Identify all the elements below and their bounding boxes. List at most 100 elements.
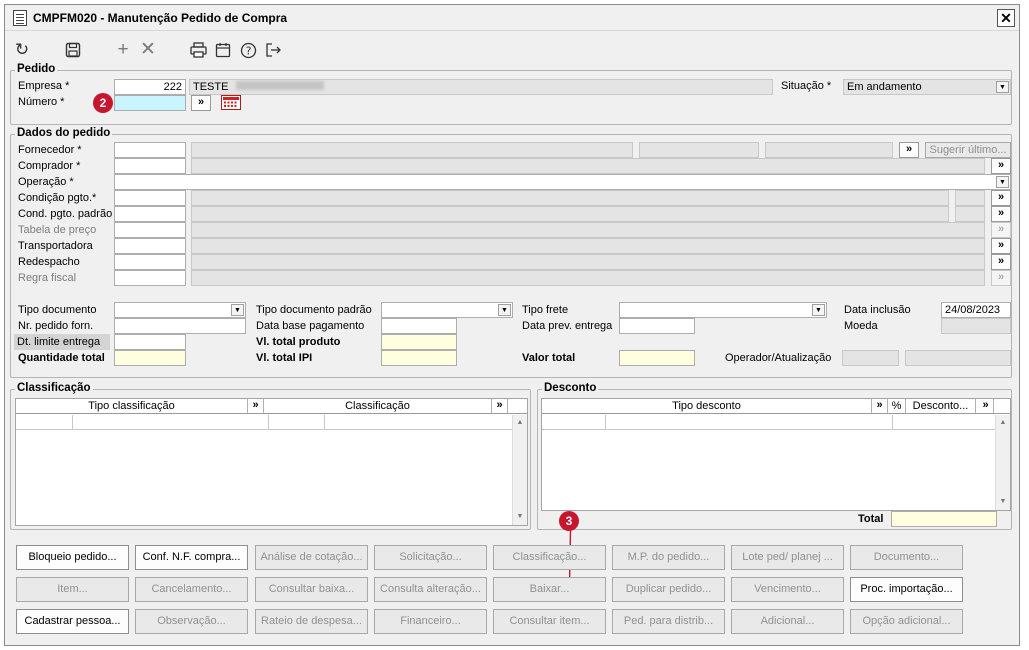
- condicao-name-field: [191, 190, 949, 206]
- rateio-de-despesa-button[interactable]: Rateio de despesa...: [255, 609, 368, 634]
- tipo-documento-select[interactable]: ▼: [114, 302, 246, 318]
- nr-pedido-forn-input[interactable]: [114, 318, 246, 334]
- table-row[interactable]: [542, 415, 996, 430]
- cancelamento-button[interactable]: Cancelamento...: [135, 577, 248, 602]
- numero-search-button[interactable]: »: [191, 95, 211, 111]
- help-icon[interactable]: ?: [237, 39, 259, 61]
- delete-icon[interactable]: ✕: [137, 39, 159, 61]
- duplicar-pedido-button[interactable]: Duplicar pedido...: [612, 577, 725, 602]
- documento-button[interactable]: Documento...: [850, 545, 963, 570]
- col-tipo-desconto[interactable]: Tipo desconto: [542, 399, 872, 413]
- dt-limite-entrega-input[interactable]: [114, 334, 186, 350]
- situacao-value: Em andamento: [847, 81, 922, 93]
- classificacao-grid[interactable]: Tipo classificação » Classificação » ▲ ▼: [15, 398, 528, 526]
- scroll-up-icon[interactable]: ▲: [997, 417, 1009, 429]
- scroll-up-icon[interactable]: ▲: [514, 417, 526, 429]
- valor-total-label: Valor total: [522, 352, 576, 364]
- consultar-baixa-button[interactable]: Consultar baixa...: [255, 577, 368, 602]
- classificacao-button[interactable]: Classificação...: [493, 545, 606, 570]
- expand-tipo-classificacao-button[interactable]: »: [248, 399, 264, 413]
- condicao-search-button[interactable]: »: [991, 190, 1011, 206]
- baixar-button[interactable]: Baixar...: [493, 577, 606, 602]
- calendar-icon[interactable]: [221, 95, 241, 110]
- analise-de-cotacao-button[interactable]: Análise de cotação...: [255, 545, 368, 570]
- moeda-field: [941, 318, 1011, 334]
- col-tipo-classificacao[interactable]: Tipo classificação: [16, 399, 248, 413]
- fornecedor-label: Fornecedor *: [18, 144, 82, 156]
- consulta-alteracao-button[interactable]: Consulta alteração...: [374, 577, 487, 602]
- comprador-code-input[interactable]: [114, 158, 186, 174]
- proc-importacao-button[interactable]: Proc. importação...: [850, 577, 963, 602]
- chevron-down-icon[interactable]: ▼: [231, 304, 244, 316]
- add-icon[interactable]: +: [112, 39, 134, 61]
- cond-padrao-code-input[interactable]: [114, 206, 186, 222]
- chevron-down-icon[interactable]: ▼: [996, 81, 1009, 93]
- scroll-down-icon[interactable]: ▼: [997, 496, 1009, 508]
- data-inclusao-field[interactable]: 24/08/2023: [941, 302, 1011, 318]
- adicional-button[interactable]: Adicional...: [731, 609, 844, 634]
- data-prev-entrega-input[interactable]: [619, 318, 695, 334]
- expand-desconto-button[interactable]: »: [978, 399, 994, 413]
- redespacho-search-button[interactable]: »: [991, 254, 1011, 270]
- step-badge-2: 2: [93, 93, 113, 113]
- operacao-select[interactable]: ▼: [114, 174, 1011, 190]
- tabela-search-button[interactable]: »: [991, 222, 1011, 238]
- desconto-grid[interactable]: Tipo desconto » % Desconto... » ▲ ▼: [541, 398, 1011, 511]
- chevron-down-icon[interactable]: ▼: [996, 176, 1009, 188]
- regra-fiscal-search-button[interactable]: »: [991, 270, 1011, 286]
- financeiro-button[interactable]: Financeiro...: [374, 609, 487, 634]
- save-icon[interactable]: [62, 39, 84, 61]
- chevron-down-icon[interactable]: ▼: [498, 304, 511, 316]
- exit-icon[interactable]: [262, 39, 284, 61]
- transportadora-code-input[interactable]: [114, 238, 186, 254]
- conf-n-f-compra-button[interactable]: Conf. N.F. compra...: [135, 545, 248, 570]
- vencimento-button[interactable]: Vencimento...: [731, 577, 844, 602]
- redespacho-code-input[interactable]: [114, 254, 186, 270]
- item-button[interactable]: Item...: [16, 577, 129, 602]
- print-icon[interactable]: [187, 39, 209, 61]
- col-percentual[interactable]: %: [888, 399, 906, 413]
- col-desconto[interactable]: Desconto...: [906, 399, 976, 413]
- ped-para-distrib-button[interactable]: Ped. para distrib...: [612, 609, 725, 634]
- fornecedor-code-input[interactable]: [114, 142, 186, 158]
- empresa-code-input[interactable]: 222: [114, 79, 186, 95]
- refresh-icon[interactable]: ↻: [11, 39, 33, 61]
- table-row[interactable]: [16, 415, 513, 430]
- numero-input[interactable]: [114, 95, 186, 111]
- cond-padrao-search-button[interactable]: »: [991, 206, 1011, 222]
- scroll-down-icon[interactable]: ▼: [514, 511, 526, 523]
- empresa-label: Empresa *: [18, 80, 70, 92]
- moeda-label: Moeda: [844, 320, 878, 332]
- regra-fiscal-code-input[interactable]: [114, 270, 186, 286]
- calendar-icon[interactable]: [212, 39, 234, 61]
- comprador-search-button[interactable]: »: [991, 158, 1011, 174]
- data-prev-entrega-label: Data prev. entrega: [522, 320, 613, 332]
- expand-tipo-desconto-button[interactable]: »: [872, 399, 888, 413]
- fornecedor-search-button[interactable]: »: [899, 142, 919, 158]
- situacao-select[interactable]: Em andamento ▼: [843, 79, 1011, 95]
- lote-ped-planej-button[interactable]: Lote ped/ planej ...: [731, 545, 844, 570]
- col-classificacao[interactable]: Classificação: [264, 399, 492, 413]
- tabela-code-input[interactable]: [114, 222, 186, 238]
- solicitacao-button[interactable]: Solicitação...: [374, 545, 487, 570]
- close-button[interactable]: ✕: [997, 9, 1015, 27]
- consultar-item-button[interactable]: Consultar item...: [493, 609, 606, 634]
- desconto-scrollbar[interactable]: ▲ ▼: [995, 415, 1010, 510]
- condicao-code-input[interactable]: [114, 190, 186, 206]
- classificacao-scrollbar[interactable]: ▲ ▼: [512, 415, 527, 525]
- sugerir-ultimo-button[interactable]: Sugerir último...: [925, 142, 1011, 158]
- observacao-button[interactable]: Observação...: [135, 609, 248, 634]
- m-p-do-pedido-button[interactable]: M.P. do pedido...: [612, 545, 725, 570]
- operador-field: [842, 350, 899, 366]
- opcao-adicional-button[interactable]: Opção adicional...: [850, 609, 963, 634]
- tipo-frete-select[interactable]: ▼: [619, 302, 827, 318]
- bloqueio-pedido-button[interactable]: Bloqueio pedido...: [16, 545, 129, 570]
- title-bar: CMPFM020 - Manutenção Pedido de Compra ✕: [5, 5, 1019, 31]
- chevron-down-icon[interactable]: ▼: [812, 304, 825, 316]
- operacao-label: Operação *: [18, 176, 74, 188]
- transportadora-search-button[interactable]: »: [991, 238, 1011, 254]
- data-base-pagamento-input[interactable]: [381, 318, 457, 334]
- expand-classificacao-button[interactable]: »: [492, 399, 508, 413]
- tipo-documento-padrao-select[interactable]: ▼: [381, 302, 513, 318]
- cadastrar-pessoa-button[interactable]: Cadastrar pessoa...: [16, 609, 129, 634]
